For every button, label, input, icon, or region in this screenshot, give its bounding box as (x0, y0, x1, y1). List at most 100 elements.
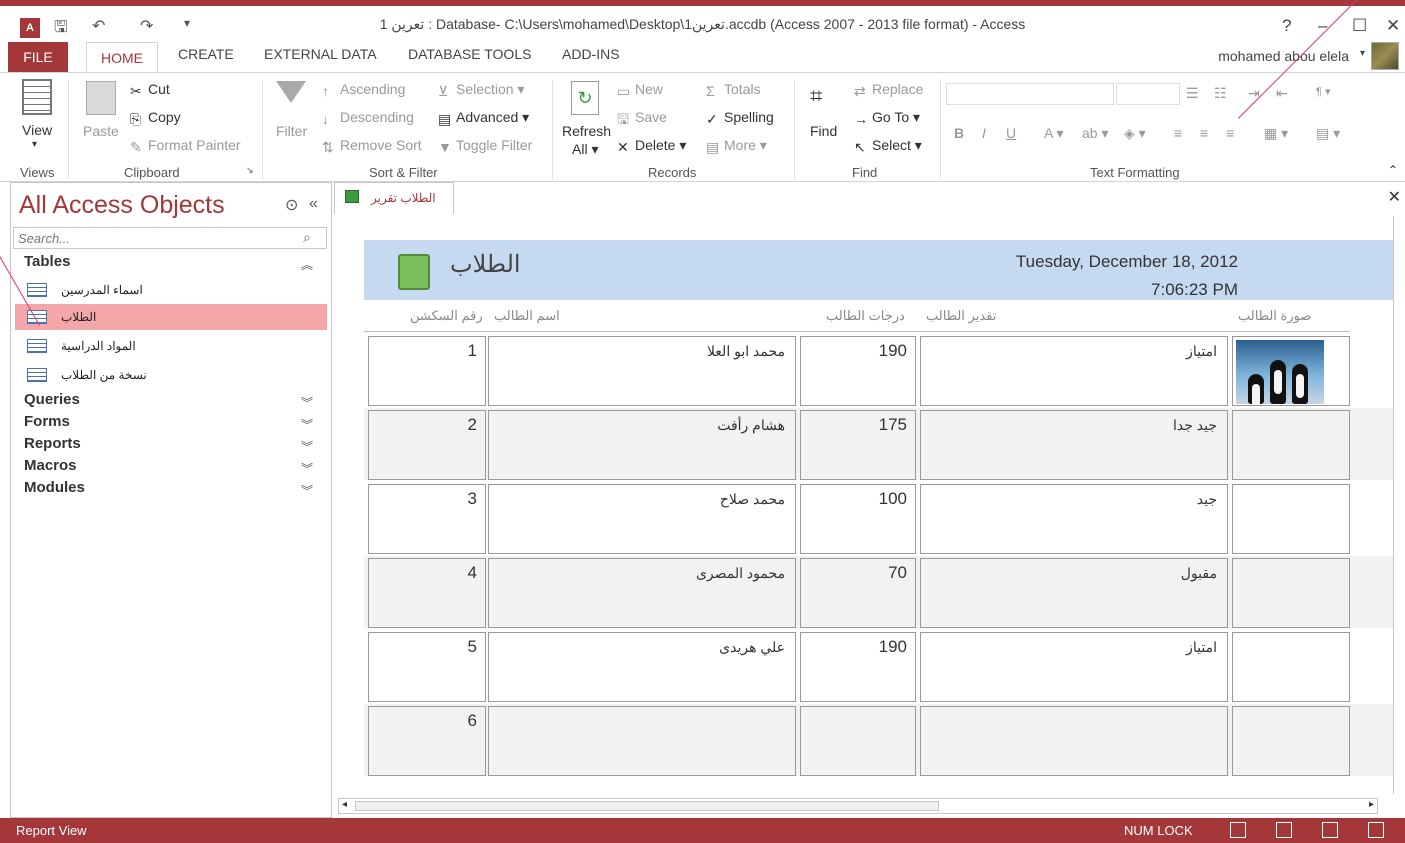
design-view-icon[interactable] (1368, 822, 1384, 838)
user-dropdown-icon[interactable]: ▾ (1360, 48, 1365, 59)
scroll-right-icon[interactable]: ▸ (1369, 799, 1374, 810)
font-family-select[interactable] (946, 83, 1114, 105)
alternate-row-color-icon[interactable]: ▤ ▾ (1316, 125, 1340, 142)
paste-icon[interactable] (86, 81, 116, 115)
tab-database-tools[interactable]: DATABASE TOOLS (408, 46, 531, 62)
bullets-icon[interactable]: ☰ (1186, 85, 1199, 102)
descending-button[interactable]: ↓ Descending (322, 109, 414, 127)
report-view-icon[interactable] (1230, 822, 1246, 838)
tab-add-ins[interactable]: ADD-INS (562, 46, 620, 62)
align-right-icon[interactable]: ≡ (1226, 125, 1234, 141)
save-record-button[interactable]: 🖫 Save (617, 109, 667, 127)
collapse-ribbon-icon[interactable]: ⌃ (1388, 163, 1398, 177)
nav-search-input[interactable] (13, 227, 327, 249)
replace-button[interactable]: ⇄ Replace (854, 81, 923, 99)
nav-table-label: الطلاب (61, 310, 97, 324)
chevron-down-icon[interactable]: ︾ (301, 394, 313, 411)
goto-button[interactable]: → Go To ▾ (854, 109, 920, 127)
fill-color-icon[interactable]: ◈ ▾ (1124, 125, 1146, 142)
scroll-left-icon[interactable]: ◂ (342, 799, 347, 810)
horizontal-scrollbar[interactable]: ◂ ▸ (338, 798, 1378, 814)
print-preview-icon[interactable] (1276, 822, 1292, 838)
view-dropdown-icon[interactable]: ▾ (32, 139, 37, 150)
align-left-icon[interactable]: ≡ (1174, 125, 1182, 141)
close-button[interactable]: ✕ (1386, 16, 1400, 36)
spelling-button[interactable]: ✓ Spelling (706, 109, 774, 127)
scroll-thumb[interactable] (355, 801, 939, 811)
align-center-icon[interactable]: ≡ (1200, 125, 1208, 141)
advanced-button[interactable]: ▤ Advanced ▾ (438, 109, 529, 127)
close-document-icon[interactable]: ✕ (1388, 187, 1401, 207)
chevron-down-icon[interactable]: ︾ (301, 416, 313, 433)
more-button[interactable]: ▤ More ▾ (706, 137, 767, 155)
remove-sort-button[interactable]: ⇅ Remove Sort (322, 137, 422, 155)
tab-external-data[interactable]: EXTERNAL DATA (264, 46, 377, 62)
rating-cell: جيد جدا (920, 410, 1228, 480)
italic-icon[interactable]: I (982, 125, 986, 141)
view-button[interactable]: View (22, 122, 52, 138)
filter-icon[interactable] (276, 81, 306, 103)
underline-icon[interactable]: U (1006, 125, 1016, 141)
layout-view-icon[interactable] (1322, 822, 1338, 838)
nav-category-reports[interactable]: Reports (24, 435, 81, 452)
rating-cell (920, 706, 1228, 776)
nav-category-tables[interactable]: Tables (24, 253, 70, 270)
nav-category-macros[interactable]: Macros (24, 457, 77, 474)
nav-table-label: اسماء المدرسين (61, 283, 143, 297)
tab-create[interactable]: CREATE (178, 46, 234, 62)
refresh-icon[interactable]: ↻ (571, 81, 599, 115)
highlight-icon[interactable]: ab ▾ (1082, 125, 1109, 142)
refresh-all-sub-label[interactable]: All ▾ (572, 141, 598, 158)
paste-button[interactable]: Paste (83, 123, 119, 139)
chevron-down-icon[interactable]: ︾ (301, 438, 313, 455)
document-tab[interactable]: الطلاب تقرير (334, 182, 454, 214)
user-name[interactable]: mohamed abou elela (1218, 48, 1349, 64)
maximize-button[interactable]: ☐ (1352, 16, 1367, 36)
bold-icon[interactable]: B (954, 125, 964, 141)
font-size-select[interactable] (1116, 83, 1180, 105)
font-color-icon[interactable]: A ▾ (1044, 125, 1063, 142)
search-icon[interactable]: ⌕ (303, 229, 311, 246)
view-icon[interactable] (22, 79, 52, 115)
ascending-button[interactable]: ↑ Ascending (322, 81, 405, 99)
outdent-icon[interactable]: ⇤ (1276, 85, 1288, 102)
chevron-up-icon[interactable]: ︽ (301, 256, 313, 273)
cut-button[interactable]: ✂ Cut (130, 81, 170, 99)
nav-category-queries[interactable]: Queries (24, 391, 80, 408)
chevron-down-icon[interactable]: ︾ (301, 460, 313, 477)
filter-button[interactable]: Filter (276, 123, 307, 139)
totals-button[interactable]: Σ Totals (706, 81, 761, 99)
rating-cell: امتياز (920, 632, 1228, 702)
help-button[interactable]: ? (1282, 16, 1291, 36)
nav-category-modules[interactable]: Modules (24, 479, 85, 496)
select-button[interactable]: ↖ Select ▾ (854, 137, 922, 155)
vertical-scrollbar[interactable] (1393, 216, 1405, 794)
chevron-down-icon[interactable]: ︾ (301, 482, 313, 499)
delete-record-button[interactable]: ✕ Delete ▾ (617, 137, 686, 155)
refresh-all-button[interactable]: Refresh (562, 123, 611, 139)
nav-table-item[interactable]: اسماء المدرسين (15, 277, 327, 303)
shutter-bar-close-icon[interactable]: « (309, 195, 318, 213)
nav-pane-title[interactable]: All Access Objects (19, 191, 225, 220)
format-painter-button[interactable]: ✎ Format Painter (130, 137, 241, 155)
find-button[interactable]: Find (810, 123, 837, 139)
gridlines-icon[interactable]: ▦ ▾ (1264, 125, 1288, 142)
avatar[interactable] (1371, 42, 1399, 70)
copy-button[interactable]: ⎘ Copy (130, 109, 181, 127)
tab-file[interactable]: FILE (8, 42, 68, 72)
nav-table-item-selected[interactable]: الطلاب (15, 304, 327, 330)
toggle-filter-button[interactable]: ▼ Toggle Filter (438, 137, 532, 155)
nav-menu-icon[interactable]: ⊙ (285, 195, 298, 215)
nav-table-item[interactable]: المواد الدراسية (15, 333, 327, 359)
totals-label: Totals (724, 81, 761, 97)
paragraph-direction-icon[interactable]: ¶ ▾ (1316, 85, 1331, 98)
selection-button[interactable]: ⊻ Selection ▾ (438, 81, 525, 99)
numbering-icon[interactable]: ☷ (1214, 85, 1227, 102)
binoculars-icon[interactable]: ⌗ (810, 83, 840, 111)
tab-home[interactable]: HOME (86, 42, 158, 73)
clipboard-launcher-icon[interactable]: ↘ (246, 165, 254, 176)
column-header-seat: رقم السكشن (410, 308, 483, 323)
nav-category-forms[interactable]: Forms (24, 413, 70, 430)
nav-table-item[interactable]: نسخة من الطلاب (15, 362, 327, 388)
new-record-button[interactable]: ▭ New (617, 81, 663, 99)
